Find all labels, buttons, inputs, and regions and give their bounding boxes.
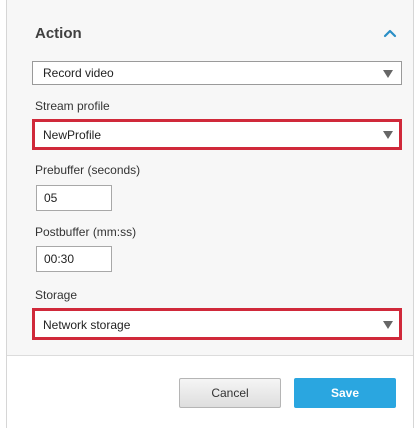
stream-profile-select[interactable]: NewProfile <box>32 119 402 150</box>
stream-profile-label: Stream profile <box>35 99 110 113</box>
storage-select[interactable]: Network storage <box>32 308 402 340</box>
postbuffer-label: Postbuffer (mm:ss) <box>35 225 137 239</box>
chevron-down-icon <box>383 321 393 329</box>
prebuffer-label: Prebuffer (seconds) <box>35 163 141 177</box>
stream-profile-value: NewProfile <box>43 128 102 142</box>
storage-value: Network storage <box>43 318 131 332</box>
storage-label: Storage <box>35 288 78 302</box>
action-panel: Action Record video Stream profile NewPr… <box>6 0 414 428</box>
prebuffer-input[interactable] <box>36 185 112 211</box>
cancel-button[interactable]: Cancel <box>179 378 281 408</box>
section-title: Action <box>35 25 82 42</box>
chevron-down-icon <box>383 131 393 139</box>
dialog-footer: Cancel Save <box>7 356 413 428</box>
dialog: Action Record video Stream profile NewPr… <box>0 0 418 428</box>
chevron-down-icon <box>383 70 393 78</box>
chevron-up-icon[interactable] <box>383 26 397 38</box>
action-select-value: Record video <box>43 66 114 80</box>
postbuffer-input[interactable] <box>36 246 112 272</box>
save-button[interactable]: Save <box>294 378 396 408</box>
action-section: Action Record video Stream profile NewPr… <box>7 0 413 356</box>
action-select[interactable]: Record video <box>32 61 402 85</box>
